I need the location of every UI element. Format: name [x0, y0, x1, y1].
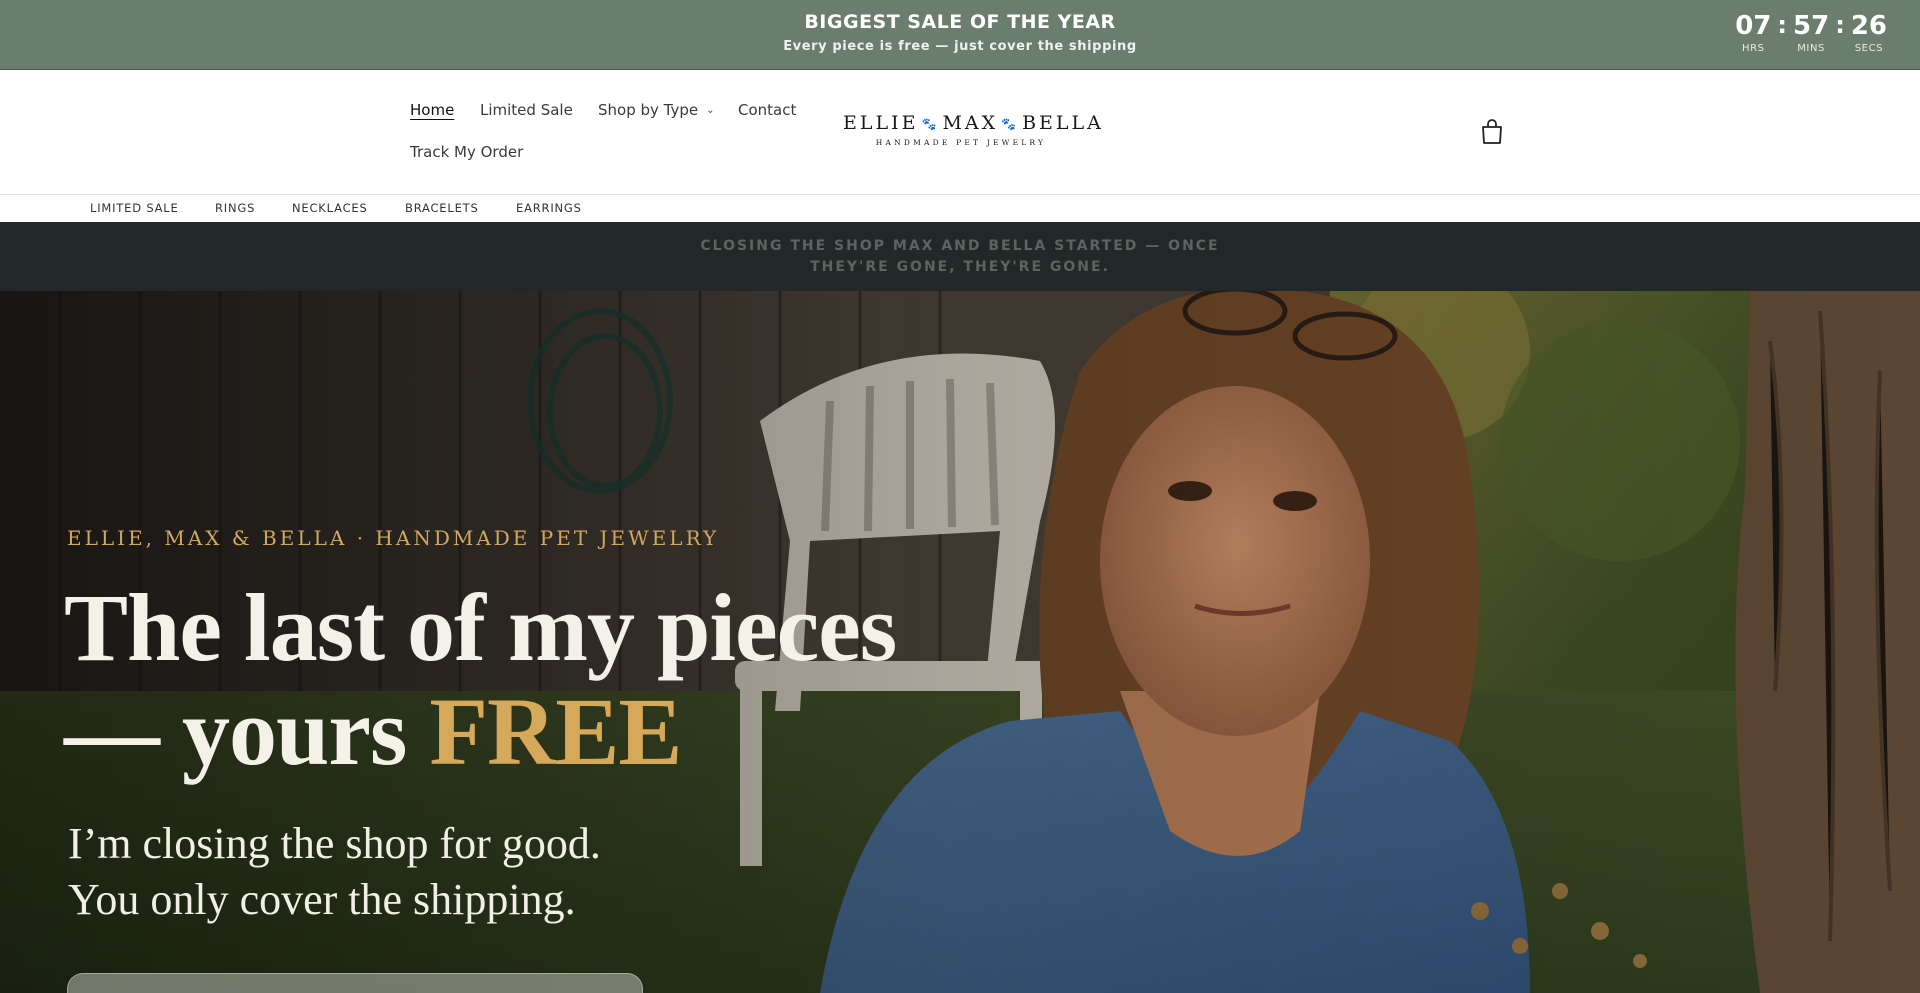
hero-title-accent: FREE [429, 678, 682, 785]
hero-eyebrow: ELLIE, MAX & BELLA · HANDMADE PET JEWELR… [67, 526, 720, 550]
site-logo[interactable]: ELLIE 🐾 MAX 🐾 BELLA HANDMADE PET JEWELRY [843, 112, 1101, 147]
countdown-timer: 07 HRS : 57 MINS : 26 SECS [1735, 13, 1887, 54]
hero-title-line1: The last of my pieces [64, 574, 897, 681]
hero-subtitle: I’m closing the shop for good. You only … [68, 816, 768, 928]
category-bracelets[interactable]: BRACELETS [405, 201, 479, 215]
chevron-down-icon: ⌄ [706, 105, 715, 116]
countdown-seconds-value: 26 [1850, 11, 1887, 41]
category-limited-sale[interactable]: LIMITED SALE [90, 201, 179, 215]
category-rings[interactable]: RINGS [215, 201, 255, 215]
announcement-bar: BIGGEST SALE OF THE YEAR Every piece is … [0, 0, 1920, 70]
paw-icon: 🐾 [1001, 117, 1020, 131]
paw-icon: 🐾 [921, 117, 940, 131]
logo-wordmark: ELLIE 🐾 MAX 🐾 BELLA [843, 112, 1101, 134]
hero-subtitle-line1: I’m closing the shop for good. [68, 819, 601, 868]
nav-home[interactable]: Home [410, 101, 454, 119]
hero-cta-button[interactable] [67, 973, 643, 993]
countdown-separator: : [1777, 11, 1788, 39]
countdown-hours: 07 HRS [1735, 13, 1771, 54]
nav-shop-by-type-label: Shop by Type [598, 101, 699, 119]
hero-section: ELLIE, MAX & BELLA · HANDMADE PET JEWELR… [0, 291, 1920, 993]
category-earrings[interactable]: EARRINGS [516, 201, 582, 215]
hero-title-line2: — yours [64, 678, 430, 785]
closing-notice-text: CLOSING THE SHOP MAX AND BELLA STARTED —… [700, 238, 1220, 275]
countdown-minutes: 57 MINS [1793, 13, 1829, 54]
hero-title: The last of my pieces — yours FREE [64, 576, 964, 784]
countdown-seconds: 26 SECS [1851, 13, 1887, 54]
nav-limited-sale[interactable]: Limited Sale [480, 101, 573, 119]
logo-tagline: HANDMADE PET JEWELRY [875, 138, 1047, 147]
countdown-seconds-label: SECS [1854, 43, 1884, 54]
nav-shop-by-type[interactable]: Shop by Type ⌄ [598, 101, 715, 119]
countdown-minutes-label: MINS [1797, 43, 1826, 54]
category-bar: LIMITED SALE RINGS NECKLACES BRACELETS E… [0, 196, 1920, 222]
countdown-hours-value: 07 [1735, 11, 1772, 41]
logo-word-max: MAX [942, 112, 999, 134]
countdown-separator: : [1835, 11, 1845, 39]
announcement-subtitle: Every piece is free — just cover the shi… [783, 39, 1137, 54]
closing-notice: CLOSING THE SHOP MAX AND BELLA STARTED —… [0, 222, 1920, 291]
nav-contact[interactable]: Contact [738, 101, 796, 119]
hero-subtitle-line2: You only cover the shipping. [68, 875, 576, 924]
shopping-bag-icon[interactable] [1480, 119, 1504, 145]
countdown-minutes-value: 57 [1793, 11, 1830, 41]
category-necklaces[interactable]: NECKLACES [292, 201, 368, 215]
announcement-title: BIGGEST SALE OF THE YEAR [804, 11, 1116, 33]
logo-word-ellie: ELLIE [843, 112, 919, 134]
countdown-hours-label: HRS [1742, 43, 1765, 54]
nav-track-order[interactable]: Track My Order [410, 143, 523, 161]
logo-word-bella: BELLA [1022, 112, 1104, 134]
